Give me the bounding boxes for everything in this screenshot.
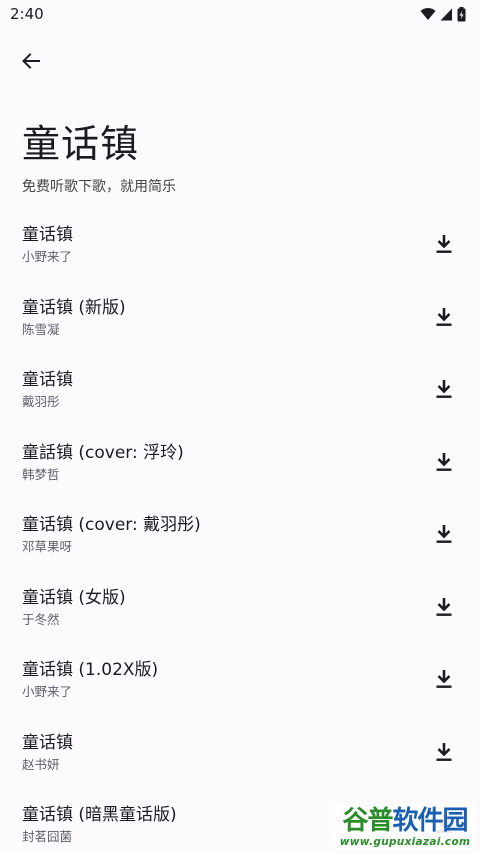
watermark-logo: 谷普 软件园 www.gupuxiazai.com [334,803,476,851]
watermark-name-a: 谷普 [342,806,393,836]
watermark-name-b: 软件园 [392,806,469,836]
download-icon [436,307,452,326]
download-icon [436,380,452,399]
arrow-back-icon [22,53,40,69]
song-list-item[interactable]: 童话镇 (cover: 戴羽彤) 邓草果呀 [0,498,480,571]
download-icon [436,670,452,689]
song-title: 童話镇 (cover: 浮玲) [22,442,184,463]
wifi-icon [420,8,436,20]
page-title: 童话镇 [22,122,140,166]
download-button[interactable] [424,659,464,699]
song-artist: 陈雪凝 [22,321,60,337]
download-button[interactable] [424,297,464,337]
battery-icon [457,6,466,21]
top-app-bar [0,28,480,94]
song-list-item[interactable]: 童话镇 (新版) 陈雪凝 [0,281,480,354]
song-list: 童话镇 小野来了 童话镇 (新版) 陈雪凝 童话镇 戴羽彤 童話镇 (cover… [0,208,480,853]
song-title: 童话镇 [22,225,73,246]
download-button[interactable] [424,514,464,554]
download-button[interactable] [424,442,464,482]
song-list-item[interactable]: 童话镇 赵书妍 [0,716,480,789]
song-title: 童话镇 (1.02X版) [22,660,159,681]
download-icon [436,742,452,761]
page-header: 童话镇 免费听歌下歌，就用简乐 [0,94,480,208]
download-icon [436,525,452,544]
song-list-item[interactable]: 童话镇 (1.02X版) 小野来了 [0,643,480,716]
song-title: 童话镇 (女版) [22,587,126,608]
song-title: 童话镇 [22,732,73,753]
download-button[interactable] [424,369,464,409]
song-list-item[interactable]: 童话镇 (女版) 于冬然 [0,571,480,644]
cell-signal-icon [440,8,452,20]
watermark-url: www.gupuxiazai.com [339,836,471,848]
download-icon [436,452,452,471]
song-list-item[interactable]: 童话镇 戴羽彤 [0,353,480,426]
song-title: 童话镇 (cover: 戴羽彤) [22,515,201,536]
song-title: 童话镇 (新版) [22,297,126,318]
song-title: 童话镇 [22,370,73,391]
song-artist: 于冬然 [22,611,60,627]
status-icons [420,6,466,22]
download-icon [436,235,452,254]
page-subtitle: 免费听歌下歌，就用简乐 [22,179,176,195]
song-list-item[interactable]: 童话镇 小野来了 [0,208,480,281]
song-list-item[interactable]: 童話镇 (cover: 浮玲) 韩梦哲 [0,426,480,499]
download-button[interactable] [424,224,464,264]
song-artist: 赵书妍 [22,756,60,772]
back-button[interactable] [16,46,46,76]
song-artist: 邓草果呀 [22,539,73,555]
download-button[interactable] [424,732,464,772]
song-artist: 小野来了 [22,249,73,265]
status-bar: 2:40 [0,0,480,28]
status-time: 2:40 [10,5,44,23]
download-icon [436,597,452,616]
download-button[interactable] [424,587,464,627]
song-artist: 韩梦哲 [22,466,60,482]
song-artist: 小野来了 [22,684,73,700]
song-artist: 戴羽彤 [22,394,60,410]
